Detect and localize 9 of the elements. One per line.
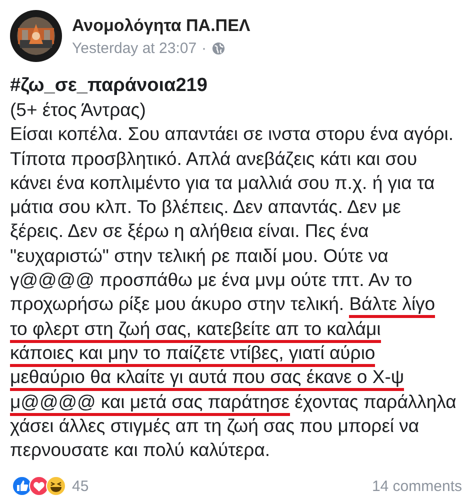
reaction-count[interactable]: 45: [72, 478, 89, 495]
hashtag[interactable]: #ζω_σε_παράνοια219: [10, 74, 464, 98]
comments-link[interactable]: 14 comments: [372, 478, 462, 495]
separator: ·: [202, 40, 207, 56]
page-name[interactable]: Ανομολόγητα ΠΑ.ΠΕΛ: [72, 16, 250, 36]
globe-icon: [212, 42, 225, 54]
post-time[interactable]: Yesterday at 23:07: [72, 40, 197, 56]
post-text: (5+ έτος Άντρας) Είσαι κοπέλα. Σου απαντάει σε ινστα στορυ ένα αγόρι. Τίποτα προσβλητικό. Απλά ανεβάζεις κάτι και σου κάνει ένα κοπλιμέντο για τα μαλλιά σου π.χ. ή για τα μάτια σου κλπ. Το βλέπεις. Δεν απαντάς. Δεν με ξέρεις. Δεν σε ξέρω η αλήθεια είναι. Πες ένα "ευχαριστώ" στην τελική ρε παιδί μου. Ούτε να γ@@@@ προσπάθω με ένα μνμ ούτε τπτ. Αν το προχωρήσω ρίξε μου άκυρο στην τελική. Βάλτε λίγο το φλερτ στη ζωή σας, κατεβείτε απ το καλάμι κάποιες και μην το παίζετε ντίβες, γιατί αύριο μεθαύριο θα κλαίτε γι αυτά που σας έκανε ο Χ-ψ μ@@@@ και μετά σας παράτησε έχοντας παράλληλα χάσει άλλες στιγμές απ τη ζωή σας που μπορεί να περνουσατε και πολύ καλύτερα.: [10, 98, 458, 462]
laughing-face-icon: [46, 476, 66, 496]
